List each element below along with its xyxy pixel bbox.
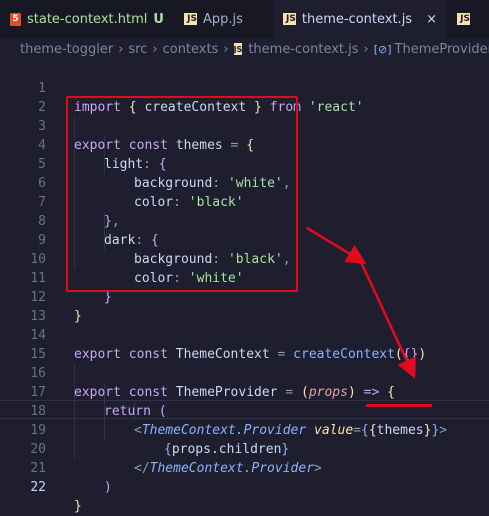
tab-theme-context-js[interactable]: JS theme-context.js × bbox=[272, 0, 447, 38]
breadcrumb-item[interactable]: contexts bbox=[163, 42, 219, 57]
js-file-icon: JS bbox=[282, 13, 296, 25]
code-line: 1 import { createContext } from 'react' bbox=[0, 60, 489, 115]
js-file-icon: JS bbox=[456, 13, 470, 25]
breadcrumb-item[interactable]: theme-toggler bbox=[20, 42, 113, 57]
annotation-highlight-box bbox=[66, 96, 298, 292]
line-number: 22 bbox=[30, 480, 46, 495]
breadcrumb-item[interactable]: theme-context.js bbox=[248, 42, 358, 57]
tab-overflow-js[interactable]: JS bbox=[447, 0, 489, 38]
code-line: 17 return ( bbox=[0, 364, 489, 419]
close-icon[interactable]: × bbox=[426, 12, 437, 27]
modified-badge: U bbox=[153, 11, 164, 27]
code-line: 18 <ThemeContext.Provider value={{themes… bbox=[0, 383, 489, 438]
chevron-right-icon: › bbox=[118, 41, 124, 57]
editor-tab-bar: 5 state-context.html U JS App.js JS them… bbox=[0, 0, 489, 38]
breadcrumb-item[interactable]: ThemeProvider bbox=[395, 42, 489, 57]
tab-state-context-html[interactable]: 5 state-context.html U bbox=[0, 0, 174, 38]
js-file-icon: JS bbox=[183, 13, 197, 25]
code-line: 21 ) bbox=[0, 440, 489, 495]
tab-label: state-context.html bbox=[27, 11, 148, 27]
tab-label: theme-context.js bbox=[301, 11, 413, 27]
js-file-icon: JS bbox=[233, 43, 243, 55]
chevron-right-icon: › bbox=[152, 41, 158, 57]
tab-label: App.js bbox=[202, 11, 243, 27]
annotation-underline bbox=[366, 404, 432, 407]
breadcrumb: theme-toggler › src › contexts › JS them… bbox=[0, 38, 489, 60]
html5-icon: 5 bbox=[10, 12, 21, 26]
code-line: 22 } bbox=[0, 459, 489, 514]
chevron-right-icon: › bbox=[223, 41, 229, 57]
breadcrumb-item[interactable]: src bbox=[128, 42, 147, 57]
chevron-right-icon: › bbox=[363, 41, 369, 57]
tab-app-js[interactable]: JS App.js bbox=[174, 0, 273, 38]
code-line: 20 </ThemeContext.Provider> bbox=[0, 421, 489, 476]
symbol-variable-icon: [⊘] bbox=[373, 42, 392, 56]
code-line: 16 export const ThemeProvider = (props) … bbox=[0, 345, 489, 400]
code-line: 14 export const ThemeContext = createCon… bbox=[0, 307, 489, 362]
code-line: 15 bbox=[0, 326, 489, 362]
